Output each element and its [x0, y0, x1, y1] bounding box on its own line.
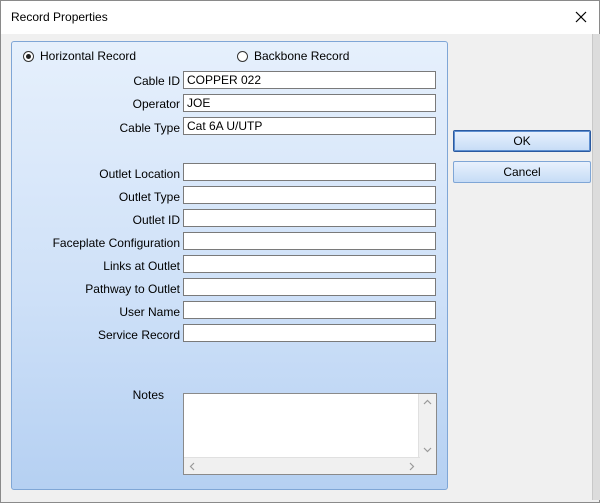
operator-field[interactable] — [183, 94, 436, 112]
close-button[interactable] — [571, 7, 591, 27]
cable-id-field[interactable] — [183, 71, 436, 89]
outlet-id-field[interactable] — [183, 209, 436, 227]
chevron-down-icon[interactable] — [423, 447, 432, 453]
radio-label-backbone: Backbone Record — [254, 49, 350, 63]
user-name-label: User Name — [119, 305, 180, 319]
pathway-to-outlet-label: Pathway to Outlet — [85, 282, 180, 296]
record-panel: Horizontal Record Backbone Record Cable … — [11, 41, 448, 490]
faceplate-configuration-label: Faceplate Configuration — [52, 236, 180, 250]
operator-label: Operator — [132, 97, 180, 111]
notes-textarea[interactable] — [183, 393, 437, 475]
links-at-outlet-field[interactable] — [183, 255, 436, 273]
service-record-field[interactable] — [183, 324, 436, 342]
outlet-location-label: Outlet Location — [99, 167, 180, 181]
chevron-right-icon[interactable] — [409, 462, 415, 471]
service-record-label: Service Record — [97, 328, 180, 342]
radio-button-unchecked[interactable] — [237, 50, 248, 62]
ok-button[interactable]: OK — [453, 130, 591, 152]
user-name-field[interactable] — [183, 301, 436, 319]
window-title: Record Properties — [11, 10, 108, 24]
scrollbar-corner — [419, 458, 436, 474]
background-window-edge — [592, 34, 600, 500]
cable-type-field[interactable] — [183, 117, 436, 135]
outlet-id-label: Outlet ID — [132, 213, 180, 227]
outlet-type-field[interactable] — [183, 186, 436, 204]
pathway-to-outlet-field[interactable] — [183, 278, 436, 296]
notes-vertical-scrollbar[interactable] — [418, 394, 436, 458]
title-bar: Record Properties — [1, 1, 599, 34]
chevron-left-icon[interactable] — [189, 462, 195, 471]
cable-type-label: Cable Type — [119, 121, 181, 135]
notes-horizontal-scrollbar[interactable] — [184, 457, 420, 474]
radio-button-checked[interactable] — [23, 50, 34, 62]
cancel-button[interactable]: Cancel — [453, 161, 591, 183]
radio-horizontal-record[interactable]: Horizontal Record — [23, 49, 136, 63]
links-at-outlet-label: Links at Outlet — [103, 259, 180, 273]
outlet-type-label: Outlet Type — [118, 190, 180, 204]
outlet-location-field[interactable] — [183, 163, 436, 181]
radio-backbone-record[interactable]: Backbone Record — [237, 49, 349, 63]
record-properties-dialog: Record Properties Horizontal Record Back… — [0, 0, 600, 503]
radio-label-horizontal: Horizontal Record — [40, 49, 137, 63]
notes-label: Notes — [132, 388, 164, 402]
close-icon — [575, 11, 587, 23]
cable-id-label: Cable ID — [133, 74, 180, 88]
chevron-up-icon[interactable] — [423, 399, 432, 405]
faceplate-configuration-field[interactable] — [183, 232, 436, 250]
